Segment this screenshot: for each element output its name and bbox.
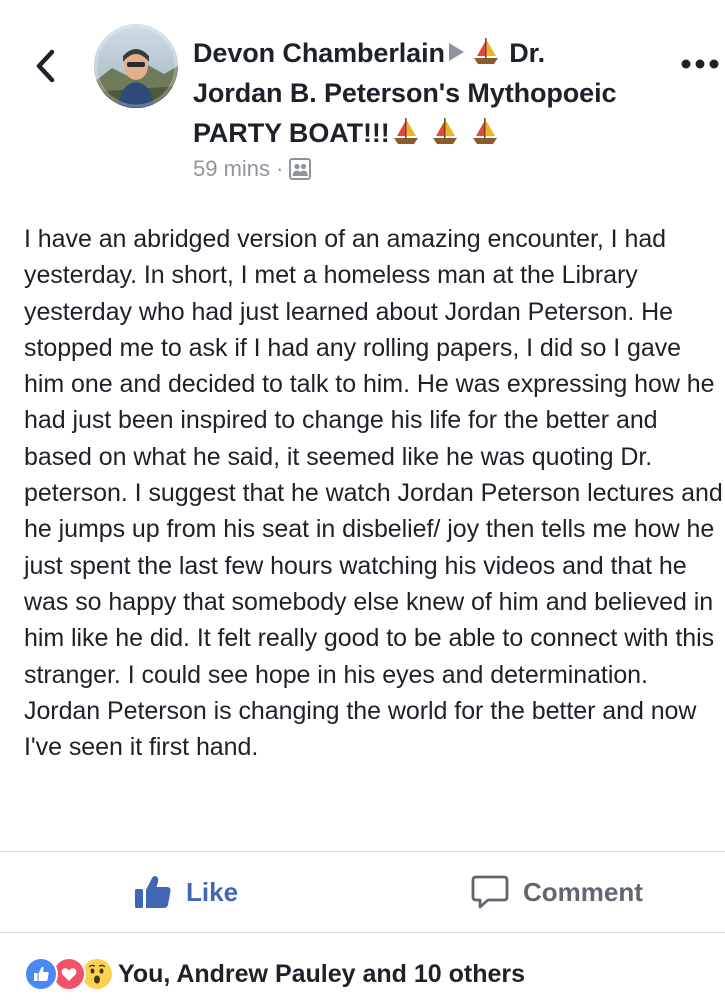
group-audience-icon (289, 158, 312, 180)
group-name-line3[interactable]: PARTY BOAT!!! (193, 118, 390, 148)
post-meta: 59 mins · (193, 155, 312, 183)
reaction-icons (24, 957, 114, 991)
like-reaction-icon (24, 957, 58, 991)
sailboat-icon (392, 116, 420, 146)
post-time[interactable]: 59 mins (193, 155, 270, 183)
back-button[interactable] (30, 46, 62, 86)
comment-bubble-icon (471, 874, 509, 910)
reactions-summary[interactable]: You, Andrew Pauley and 10 others (24, 954, 525, 994)
posted-in-arrow-icon (448, 43, 464, 61)
like-label: Like (186, 876, 239, 907)
like-button[interactable]: Like (134, 852, 238, 932)
post-header: Devon Chamberlain Dr. Jordan B. Peterson'… (0, 0, 725, 200)
comment-button[interactable]: Comment (471, 852, 643, 932)
avatar[interactable] (94, 24, 178, 108)
group-name-line2[interactable]: Jordan B. Peterson's Mythopoeic (193, 78, 617, 108)
post-title: Devon Chamberlain Dr. Jordan B. Peterson'… (193, 33, 663, 153)
more-dots-icon (681, 59, 719, 69)
chevron-left-icon (36, 49, 55, 83)
group-name-prefix[interactable]: Dr. (509, 38, 545, 68)
reactions-top-divider (0, 932, 725, 933)
more-options-button[interactable] (678, 54, 722, 74)
post-actions: Like Comment (0, 852, 725, 932)
post-body: I have an abridged version of an amazing… (24, 225, 723, 762)
reactions-summary-text[interactable]: You, Andrew Pauley and 10 others (118, 960, 525, 989)
sailboat-icon (471, 116, 499, 146)
sailboat-icon (431, 116, 459, 146)
author-name[interactable]: Devon Chamberlain (193, 38, 445, 68)
sailboat-icon (472, 36, 500, 66)
comment-label: Comment (523, 876, 643, 907)
thumbs-up-icon (134, 874, 172, 910)
meta-separator: · (276, 156, 284, 181)
